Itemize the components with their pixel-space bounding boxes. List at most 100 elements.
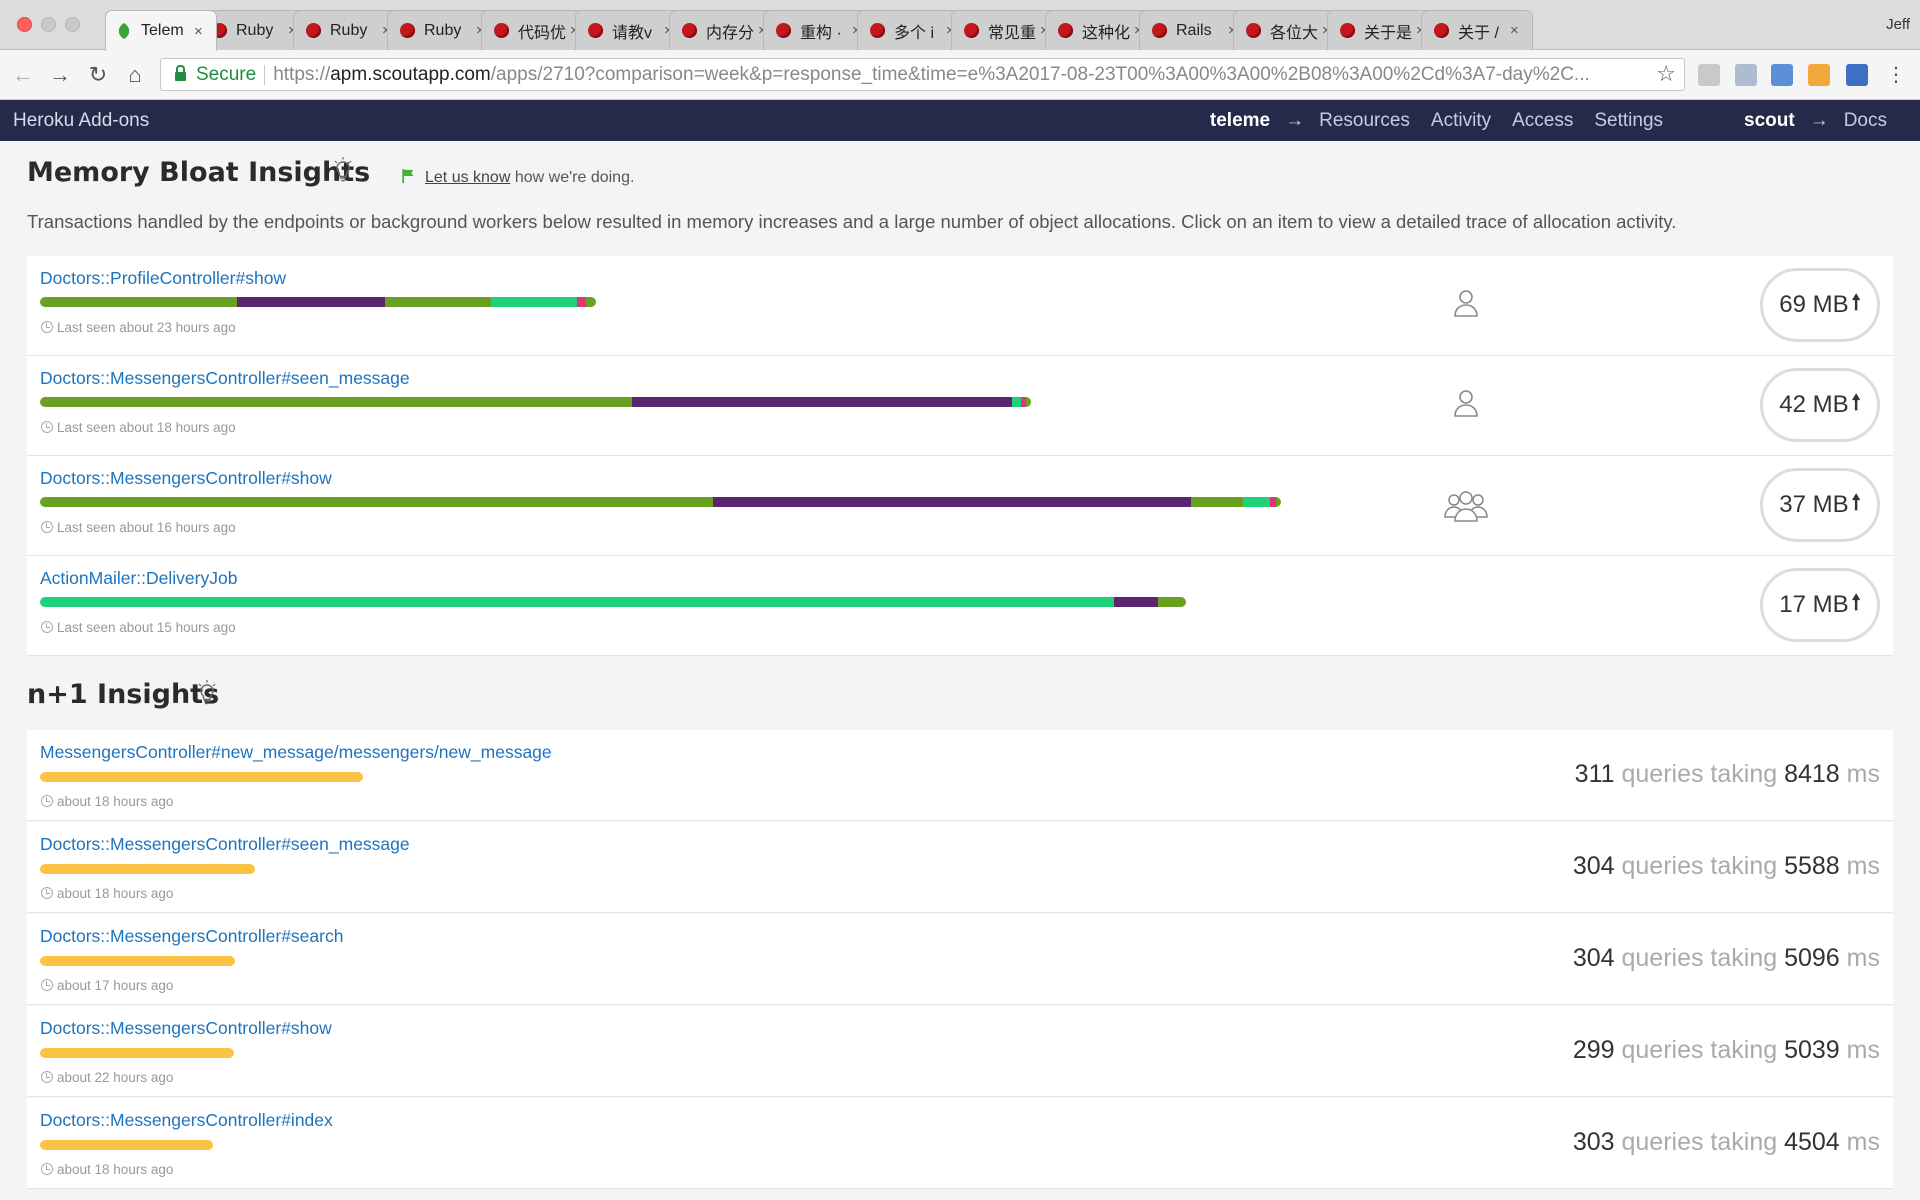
tab-close-icon[interactable]: × <box>1510 22 1522 39</box>
reload-icon[interactable]: ↻ <box>84 61 112 89</box>
queries-taking-label: queries taking <box>1621 852 1778 880</box>
ruby-china-favicon-icon <box>1434 23 1449 38</box>
arrow-up-icon: 🠕 <box>1851 390 1861 414</box>
ruby-china-favicon-icon <box>494 23 509 38</box>
memory-increase-badge: 37 MB 🠕 <box>1760 468 1880 542</box>
query-time-bar <box>40 772 363 782</box>
close-window-button[interactable] <box>17 17 32 32</box>
nplus1-row[interactable]: Doctors::MessengersController#searchabou… <box>27 914 1893 1005</box>
memory-bloat-row[interactable]: ActionMailer::DeliveryJobLast seen about… <box>27 556 1893 656</box>
query-count: 311 <box>1574 760 1615 788</box>
tab-close-icon[interactable]: × <box>194 23 206 40</box>
tab-title: 重构 · <box>800 24 842 42</box>
endpoint-link[interactable]: Doctors::MessengersController#show <box>40 468 332 489</box>
endpoint-link[interactable]: Doctors::MessengersController#show <box>40 1018 332 1039</box>
address-bar[interactable]: Secure https://apm.scoutapp.com/apps/271… <box>160 58 1685 91</box>
endpoint-link[interactable]: Doctors::MessengersController#index <box>40 1110 333 1131</box>
query-time: 5039 <box>1784 1036 1840 1064</box>
arrow-up-icon: 🠕 <box>1851 590 1861 614</box>
last-seen: about 22 hours ago <box>41 1070 173 1085</box>
menu-dots-icon[interactable]: ⋮ <box>1882 61 1910 89</box>
queries-taking-label: queries taking <box>1621 1036 1778 1064</box>
query-time: 4504 <box>1784 1128 1840 1156</box>
allocation-bar-segment <box>1012 397 1022 407</box>
query-stats: 304 queries taking 5096 ms <box>1573 944 1880 973</box>
query-stats: 311 queries taking 8418 ms <box>1575 760 1880 789</box>
extension-code-icon[interactable] <box>1735 64 1757 86</box>
queries-taking-label: queries taking <box>1621 1128 1778 1156</box>
secure-label: Secure <box>196 63 257 85</box>
back-icon[interactable]: ← <box>9 61 37 89</box>
clock-icon <box>41 421 53 433</box>
clock-icon <box>41 887 53 899</box>
last-seen: Last seen about 15 hours ago <box>41 620 236 635</box>
tab-title: Rails <box>1176 21 1212 39</box>
forward-icon[interactable]: → <box>46 61 74 89</box>
ruby-china-favicon-icon <box>1152 23 1167 38</box>
clock-icon <box>41 521 53 533</box>
memory-increase-badge: 17 MB 🠕 <box>1760 568 1880 642</box>
omnibox-separator <box>264 64 266 85</box>
browser-tab-strip: Telem×Ruby×Ruby×Ruby×代码优×请教v×内存分×重构 ·×多个… <box>0 0 1920 51</box>
endpoint-link[interactable]: Doctors::MessengersController#seen_messa… <box>40 368 410 389</box>
query-time-bar <box>40 1048 234 1058</box>
nplus1-row[interactable]: Doctors::MessengersController#index about… <box>27 1098 1893 1189</box>
allocation-bar-segment <box>1190 497 1243 507</box>
bookmark-star-icon[interactable]: ☆ <box>1656 61 1676 87</box>
query-time-bar <box>40 1140 213 1150</box>
arrow-up-icon: 🠕 <box>1851 290 1861 314</box>
last-seen: about 17 hours ago <box>41 978 173 993</box>
query-stats: 304 queries taking 5588 ms <box>1573 852 1880 881</box>
extension-stack-icon[interactable] <box>1808 64 1830 86</box>
ruby-china-favicon-icon <box>1340 23 1355 38</box>
app-name-link[interactable]: teleme <box>1210 110 1270 132</box>
ms-label: ms <box>1846 944 1880 972</box>
ruby-china-favicon-icon <box>588 23 603 38</box>
endpoint-link[interactable]: Doctors::MessengersController#search <box>40 926 343 947</box>
nplus1-row[interactable]: Doctors::MessengersController#showabout … <box>27 1006 1893 1097</box>
endpoint-link[interactable]: Doctors::ProfileController#show <box>40 268 286 289</box>
heroku-nav: teleme → Resources Activity Access Setti… <box>1210 110 1887 132</box>
tab-list: Telem×Ruby×Ruby×Ruby×代码优×请教v×内存分×重构 ·×多个… <box>105 10 1805 51</box>
nav-docs[interactable]: Docs <box>1844 110 1887 132</box>
tab-title: 内存分 <box>706 24 755 42</box>
ms-label: ms <box>1846 1128 1880 1156</box>
tab-title: 关于是 <box>1364 24 1413 42</box>
browser-tab[interactable]: Telem × <box>105 10 217 51</box>
heroku-addons-link[interactable]: Heroku Add-ons <box>13 110 149 132</box>
feedback-note: Let us know how we're doing. <box>401 168 634 187</box>
addon-name-link[interactable]: scout <box>1744 110 1795 132</box>
profile-name[interactable]: Jeff <box>1886 16 1910 33</box>
allocation-bar-segment <box>490 297 577 307</box>
browser-tab[interactable]: 关于 / × <box>1421 10 1533 50</box>
last-seen: Last seen about 16 hours ago <box>41 520 236 535</box>
let-us-know-link[interactable]: Let us know <box>425 169 510 186</box>
nav-resources[interactable]: Resources <box>1319 110 1410 132</box>
nav-access[interactable]: Access <box>1512 110 1573 132</box>
allocation-bar-segment <box>40 397 632 407</box>
tab-title: Ruby <box>424 21 462 39</box>
users-group-icon <box>1443 489 1489 528</box>
url-text[interactable]: https://apm.scoutapp.com/apps/2710?compa… <box>273 64 1658 86</box>
extension-card-icon[interactable] <box>1771 64 1793 86</box>
clock-icon <box>41 621 53 633</box>
nav-settings[interactable]: Settings <box>1594 110 1663 132</box>
extension-gear-icon[interactable] <box>1698 64 1720 86</box>
endpoint-link[interactable]: MessengersController#new_message/messeng… <box>40 742 552 763</box>
endpoint-link[interactable]: Doctors::MessengersController#seen_messa… <box>40 834 410 855</box>
allocation-bar-segment <box>40 297 238 307</box>
maximize-window-button[interactable] <box>65 17 80 32</box>
memory-bloat-row[interactable]: Doctors::ProfileController#show Last seen… <box>27 256 1893 356</box>
endpoint-link[interactable]: ActionMailer::DeliveryJob <box>40 568 237 589</box>
home-icon[interactable]: ⌂ <box>121 61 149 89</box>
ruby-china-favicon-icon <box>870 23 885 38</box>
extension-puzzle-icon[interactable] <box>1846 64 1868 86</box>
app-favicon-icon <box>115 22 133 40</box>
memory-bloat-row[interactable]: Doctors::MessengersController#seen_messa… <box>27 356 1893 456</box>
nplus1-row[interactable]: MessengersController#new_message/messeng… <box>27 730 1893 821</box>
nplus1-row[interactable]: Doctors::MessengersController#seen_messa… <box>27 822 1893 913</box>
minimize-window-button[interactable] <box>41 17 56 32</box>
allocation-bar-segment <box>1157 597 1187 607</box>
memory-bloat-row[interactable]: Doctors::MessengersController#showLast s… <box>27 456 1893 556</box>
nav-activity[interactable]: Activity <box>1431 110 1491 132</box>
